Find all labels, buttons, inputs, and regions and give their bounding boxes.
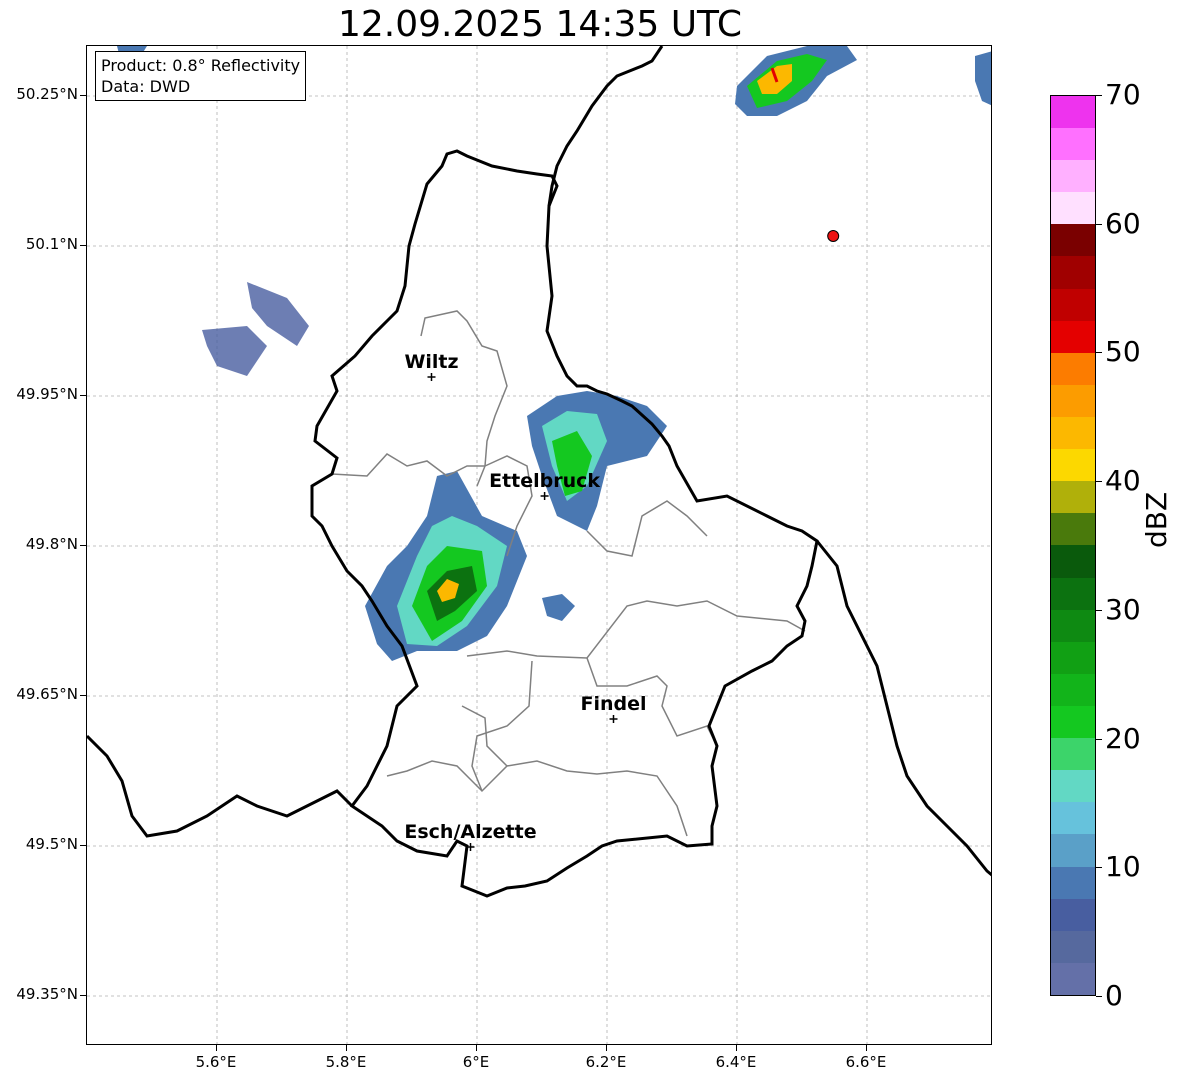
colorbar-segment	[1051, 288, 1095, 321]
lat-tick-label: 49.95°N	[16, 385, 78, 403]
lon-tick	[866, 1045, 867, 1051]
lat-tick	[80, 545, 86, 546]
city-label: Esch/Alzette	[404, 821, 536, 843]
lat-tick-label: 50.1°N	[25, 235, 78, 253]
colorbar-tick	[1096, 996, 1102, 997]
colorbar-segment	[1051, 256, 1095, 289]
colorbar-segment	[1051, 352, 1095, 385]
lat-tick	[80, 995, 86, 996]
colorbar-segment	[1051, 95, 1095, 129]
colorbar-tick-label: 30	[1105, 592, 1141, 626]
colorbar-segment	[1051, 449, 1095, 482]
radar-map[interactable]: Wiltz Ettelbruck Findel Esch/Alzette	[86, 45, 992, 1045]
lon-tick-label: 6°E	[462, 1053, 490, 1071]
lat-tick	[80, 695, 86, 696]
lat-tick-label: 49.8°N	[25, 535, 78, 553]
colorbar-tick	[1096, 867, 1102, 869]
colorbar-segment	[1051, 706, 1095, 739]
lon-tick	[216, 1045, 217, 1051]
city-cross-icon	[609, 715, 618, 723]
colorbar-tick-label: 50	[1105, 335, 1141, 369]
colorbar-tick	[1096, 95, 1102, 96]
colorbar-segment	[1051, 834, 1095, 867]
city-marker: Wiltz	[404, 351, 459, 381]
colorbar-segment	[1051, 128, 1095, 161]
lat-tick-label: 50.25°N	[16, 85, 78, 103]
city-label: Findel	[580, 693, 646, 715]
map-canvas: Wiltz Ettelbruck Findel Esch/Alzette	[87, 46, 991, 1044]
colorbar-segment	[1051, 513, 1095, 546]
city-cross-icon	[540, 492, 549, 500]
colorbar-segment	[1051, 384, 1095, 418]
colorbar-segment	[1051, 577, 1095, 610]
colorbar-tick-label: 40	[1105, 464, 1141, 498]
city-marker: Findel	[580, 693, 647, 723]
colorbar-segment	[1051, 802, 1095, 835]
lon-tick	[476, 1045, 477, 1051]
city-cross-icon	[427, 373, 436, 381]
radar-site-marker	[827, 230, 840, 242]
colorbar-label: dBZ	[1140, 491, 1173, 548]
colorbar-tick-label: 0	[1105, 979, 1123, 1012]
colorbar-tick-label: 10	[1105, 850, 1141, 884]
colorbar-tick	[1096, 352, 1102, 354]
lat-tick-label: 49.65°N	[16, 685, 78, 703]
colorbar-segment	[1051, 898, 1095, 931]
colorbar-tick-label: 60	[1105, 206, 1141, 240]
lon-tick	[606, 1045, 607, 1051]
lon-tick-label: 6.6°E	[845, 1053, 887, 1071]
colorbar-segment	[1051, 224, 1095, 257]
lat-tick-label: 49.5°N	[25, 835, 78, 853]
radar-echo	[542, 594, 575, 621]
radar-echo	[202, 326, 267, 376]
product-info-box: Product: 0.8° Reflectivity Data: DWD	[95, 51, 307, 101]
colorbar-segment	[1051, 738, 1095, 771]
colorbar-tick	[1096, 609, 1102, 611]
colorbar-tick-label: 20	[1105, 721, 1141, 755]
colorbar-segment	[1051, 320, 1095, 353]
lon-tick-label: 6.4°E	[715, 1053, 757, 1071]
colorbar-segment	[1051, 481, 1095, 514]
colorbar-segment	[1051, 417, 1095, 450]
city-label: Ettelbruck	[489, 470, 600, 492]
lat-tick	[80, 395, 86, 396]
colorbar-segment	[1051, 609, 1095, 642]
product-label: Product: 0.8° Reflectivity	[101, 56, 301, 75]
colorbar-segment	[1051, 866, 1095, 899]
colorbar-tick	[1096, 738, 1102, 740]
graticule	[87, 46, 991, 1044]
colorbar-tick	[1096, 481, 1102, 483]
colorbar-segment	[1051, 930, 1095, 963]
map-title: 12.09.2025 14:35 UTC	[337, 4, 743, 45]
colorbar-segment	[1051, 641, 1095, 674]
colorbar-segment	[1051, 192, 1095, 225]
lat-tick	[80, 845, 86, 846]
city-label: Wiltz	[404, 351, 458, 373]
colorbar-tick-label: 70	[1105, 78, 1141, 111]
data-source-label: Data: DWD	[101, 77, 191, 96]
lon-tick-label: 5.8°E	[325, 1053, 367, 1071]
lon-tick-label: 6.2°E	[585, 1053, 627, 1071]
radar-echo	[975, 51, 991, 106]
lat-tick	[80, 245, 86, 246]
colorbar-segment	[1051, 545, 1095, 578]
colorbar-segment	[1051, 160, 1095, 193]
colorbar-segment	[1051, 770, 1095, 803]
lon-tick	[736, 1045, 737, 1051]
colorbar-segment	[1051, 962, 1095, 995]
lat-tick-label: 49.35°N	[16, 985, 78, 1003]
lon-tick-label: 5.6°E	[195, 1053, 237, 1071]
colorbar-segment	[1051, 673, 1095, 707]
colorbar	[1050, 95, 1096, 996]
colorbar-tick	[1096, 223, 1102, 225]
lat-tick	[80, 95, 86, 96]
lon-tick	[346, 1045, 347, 1051]
city-marker: Esch/Alzette	[404, 821, 537, 851]
